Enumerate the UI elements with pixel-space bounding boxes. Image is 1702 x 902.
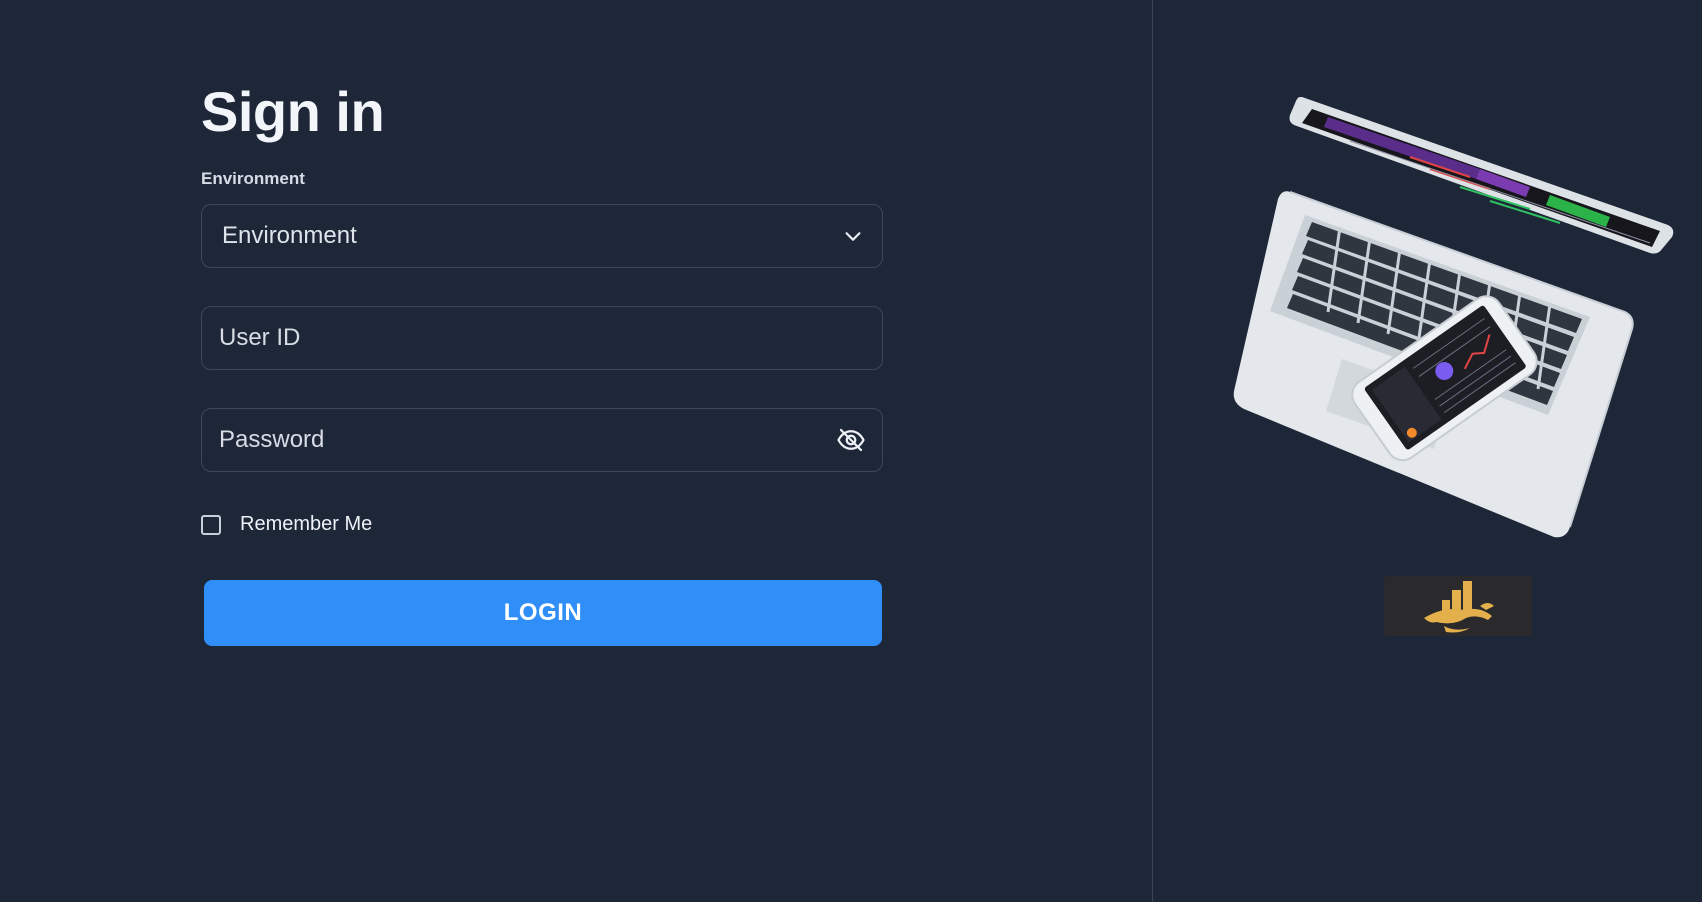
environment-select[interactable]: Environment xyxy=(201,204,883,268)
remember-me-row: Remember Me xyxy=(201,513,372,536)
environment-label: Environment xyxy=(201,169,305,188)
brand-logo xyxy=(1384,576,1532,636)
laptop-phone-illustration xyxy=(1233,97,1674,538)
page-title: Sign in xyxy=(201,80,385,143)
sign-in-form: Sign in Environment Environment Remember… xyxy=(201,76,885,646)
chevron-down-icon xyxy=(845,232,861,241)
password-input[interactable] xyxy=(219,426,779,454)
sign-in-panel: Sign in Environment Environment Remember… xyxy=(0,0,1152,902)
user-id-input[interactable] xyxy=(219,324,779,352)
eye-off-icon[interactable] xyxy=(836,425,866,455)
password-field-wrapper xyxy=(201,408,883,472)
login-button[interactable]: LOGIN xyxy=(204,580,882,646)
promo-panel xyxy=(1153,0,1702,902)
remember-me-label[interactable]: Remember Me xyxy=(240,513,372,536)
user-id-field-wrapper xyxy=(201,306,883,370)
environment-selected-value: Environment xyxy=(222,222,357,249)
bull-logo-icon xyxy=(1424,581,1494,633)
remember-me-checkbox[interactable] xyxy=(201,514,221,535)
